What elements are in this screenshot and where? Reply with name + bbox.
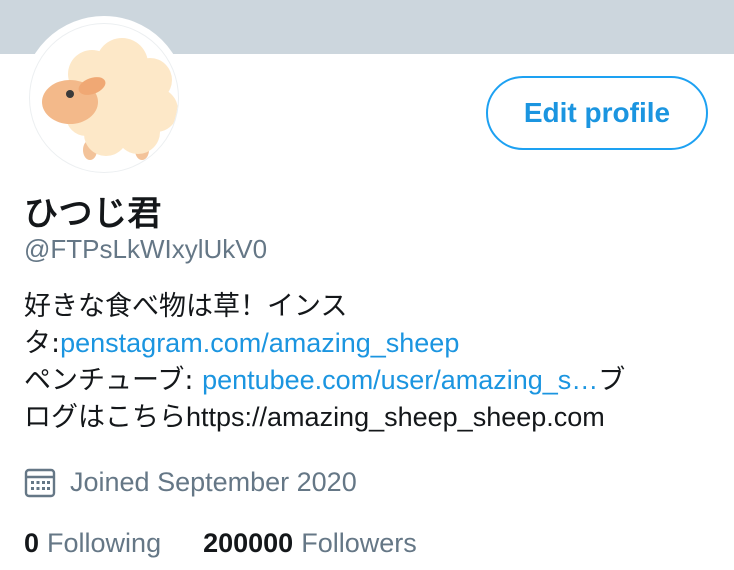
following-count: 0 (24, 528, 40, 558)
profile-name: ひつじ君 (24, 194, 162, 234)
bio-text: ペンチューブ: (24, 365, 203, 396)
following-stat[interactable]: 0 Following (24, 528, 161, 559)
bio-line-4: ログはこちらhttps://amazing_sheep_sheep.com (24, 399, 714, 436)
bio-text: ログはこちら (24, 402, 186, 433)
followers-count: 200000 (203, 528, 294, 558)
bio-line-3: ペンチューブ: pentubee.com/user/amazing_s…ブ (24, 362, 714, 399)
joined-date: Joined September 2020 (24, 466, 357, 498)
following-label: Following (47, 528, 162, 558)
profile-handle: @FTPsLkWIxylUkV0 (24, 234, 268, 264)
bio-text: タ: (24, 328, 61, 359)
bio-link-pentubee[interactable]: pentubee.com/user/amazing_s… (202, 365, 598, 395)
profile-bio: 好きな食べ物は草！インス タ:penstagram.com/amazing_sh… (24, 288, 714, 436)
calendar-icon (24, 468, 56, 498)
bio-link-penstagram[interactable]: penstagram.com/amazing_sheep (60, 328, 459, 358)
bio-line-1: 好きな食べ物は草！インス (24, 291, 348, 322)
followers-stat[interactable]: 200000 Followers (203, 528, 417, 559)
joined-text: Joined September 2020 (70, 466, 357, 497)
avatar[interactable] (22, 16, 186, 180)
profile-stats: 0 Following 200000 Followers (24, 528, 417, 559)
followers-label: Followers (301, 528, 417, 558)
sheep-avatar-icon (30, 24, 178, 172)
bio-text: ブ (598, 365, 626, 396)
bio-url-text: https://amazing_sheep_sheep.com (186, 402, 605, 432)
edit-profile-button[interactable]: Edit profile (486, 76, 708, 150)
bio-line-2: タ:penstagram.com/amazing_sheep (24, 325, 714, 362)
